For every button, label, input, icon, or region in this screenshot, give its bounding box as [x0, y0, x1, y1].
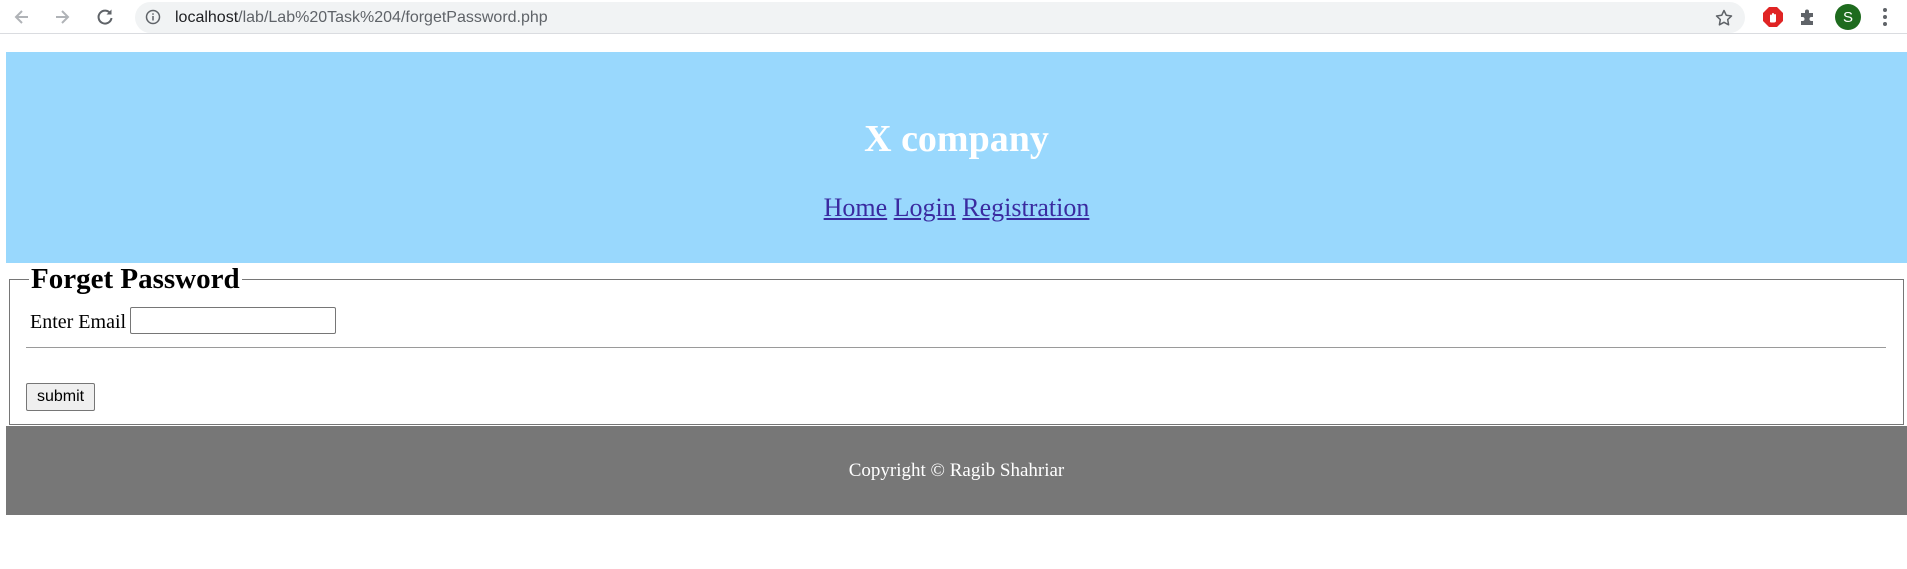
arrow-left-icon [12, 7, 32, 27]
forget-password-fieldset: Forget Password Enter Email submit [9, 263, 1904, 425]
email-label: Enter Email [30, 311, 127, 333]
copyright-text: Copyright © Ragib Shahriar [848, 460, 1065, 481]
site-header: X company Home Login Registration [6, 52, 1907, 263]
forward-button[interactable] [49, 4, 75, 30]
address-bar[interactable]: localhost/lab/Lab%20Task%204/forgetPassw… [135, 2, 1745, 33]
back-button[interactable] [9, 4, 35, 30]
main-nav: Home Login Registration [6, 195, 1907, 221]
avatar[interactable]: S [1835, 4, 1861, 30]
reload-button[interactable] [92, 4, 118, 30]
url-path: /lab/Lab%20Task%204/forgetPassword.php [238, 9, 548, 26]
star-icon[interactable] [1714, 8, 1734, 28]
email-field[interactable] [130, 307, 336, 334]
url-text[interactable]: localhost/lab/Lab%20Task%204/forgetPassw… [175, 2, 548, 33]
kebab-menu-icon[interactable] [1875, 6, 1895, 28]
form-divider [26, 347, 1886, 348]
nav-link-registration[interactable]: Registration [962, 193, 1089, 222]
puzzle-icon[interactable] [1797, 6, 1819, 28]
nav-link-home[interactable]: Home [824, 193, 888, 222]
reload-icon [95, 7, 115, 27]
url-host: localhost [175, 9, 239, 26]
site-footer: Copyright © Ragib Shahriar [6, 426, 1907, 515]
arrow-right-icon [52, 7, 72, 27]
submit-button[interactable]: submit [26, 383, 95, 411]
info-icon[interactable] [145, 9, 161, 25]
nav-link-login[interactable]: Login [894, 193, 956, 222]
adblock-icon[interactable] [1762, 6, 1784, 28]
browser-toolbar: localhost/lab/Lab%20Task%204/forgetPassw… [0, 0, 1907, 34]
company-title: X company [864, 118, 1049, 160]
form-legend: Forget Password [29, 263, 242, 295]
